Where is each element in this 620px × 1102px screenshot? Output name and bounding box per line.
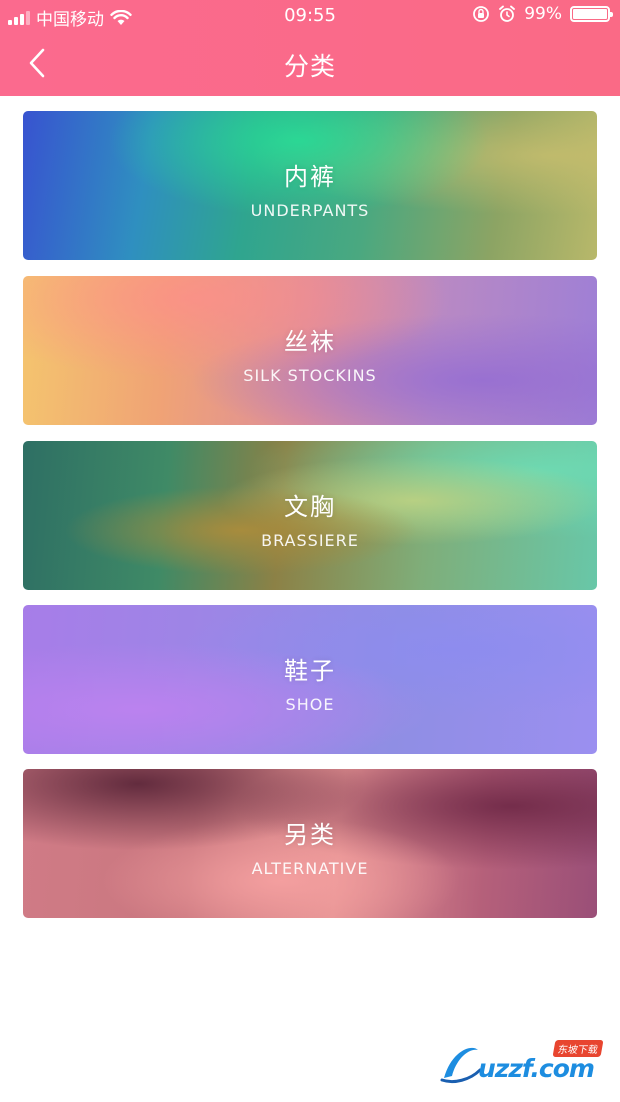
category-name: 内裤 (284, 163, 336, 191)
status-right: 99% (472, 4, 613, 24)
category-subtitle: SHOE (285, 695, 335, 714)
category-subtitle: UNDERPANTS (250, 201, 370, 220)
category-card-underpants[interactable]: 内裤 UNDERPANTS (23, 111, 597, 260)
category-card-alternative[interactable]: 另类 ALTERNATIVE (23, 769, 597, 918)
page-title: 分类 (283, 52, 336, 81)
category-name: 丝袜 (284, 328, 336, 356)
app-header: 中国移动 09:55 99% 分类 (0, 0, 620, 96)
category-card-shoe[interactable]: 鞋子 SHOE (23, 605, 597, 754)
watermark-text: uzzf.com (478, 1054, 595, 1083)
rotation-lock-icon (473, 6, 490, 22)
category-card-brassiere[interactable]: 文胸 BRASSIERE (23, 441, 597, 590)
status-bar: 中国移动 09:55 99% (0, 0, 620, 32)
category-subtitle: BRASSIERE (261, 531, 359, 550)
battery-percent: 99% (524, 4, 562, 24)
battery-fill (573, 9, 607, 19)
alarm-icon (499, 5, 516, 22)
watermark-logo: 东坡下载 uzzf.com (438, 1040, 613, 1086)
category-subtitle: ALTERNATIVE (251, 859, 369, 878)
category-name: 鞋子 (284, 657, 336, 685)
nav-bar: 分类 (0, 32, 620, 96)
category-name: 另类 (284, 821, 336, 849)
category-card-silk-stockings[interactable]: 丝袜 SILK STOCKINS (23, 276, 597, 425)
category-subtitle: SILK STOCKINS (243, 366, 377, 385)
battery-icon (570, 6, 613, 22)
category-name: 文胸 (284, 493, 336, 521)
